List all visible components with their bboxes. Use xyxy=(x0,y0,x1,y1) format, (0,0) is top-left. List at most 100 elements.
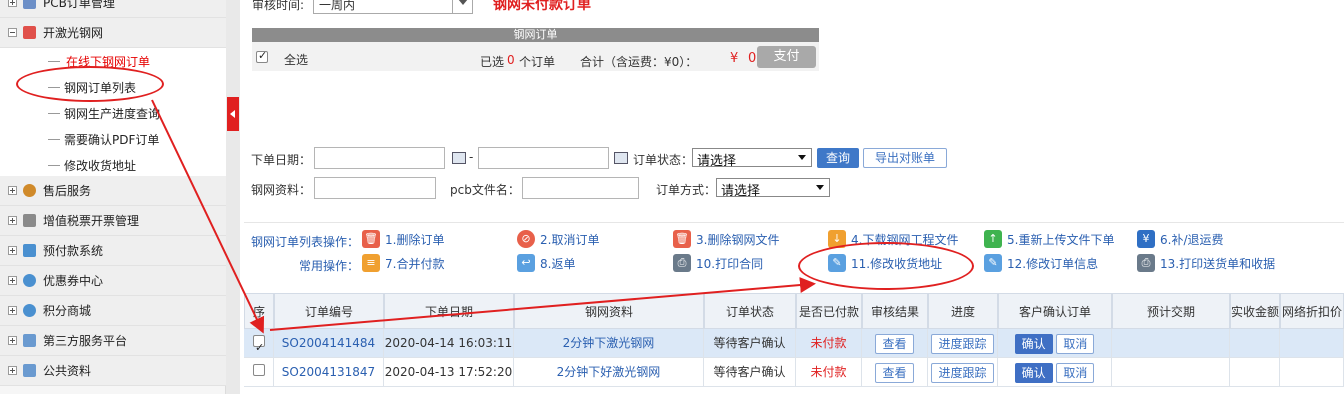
audit-time-select[interactable]: 一周内 xyxy=(313,0,473,14)
order-status-select[interactable]: 请选择 xyxy=(692,148,812,169)
received-amount-cell xyxy=(1230,329,1280,358)
action-label: 7.合并付款 xyxy=(385,256,445,271)
collapse-icon[interactable] xyxy=(8,28,17,37)
expand-icon[interactable] xyxy=(8,186,17,195)
edit-icon: ✎ xyxy=(984,254,1002,272)
sidebar-group-after-sales[interactable]: 售后服务 xyxy=(0,176,226,206)
action-label: 8.返单 xyxy=(540,256,576,271)
stencil-icon xyxy=(23,26,36,39)
sidebar-group-points-mall[interactable]: 积分商城 xyxy=(0,296,226,326)
sidebar-item-change-address[interactable]: 修改收货地址 xyxy=(0,152,226,178)
order-date-start-input[interactable] xyxy=(314,147,445,169)
sidebar-group-label: 第三方服务平台 xyxy=(43,334,128,348)
stencil-material-link[interactable]: 2分钟下激光钢网 xyxy=(514,329,704,358)
reupload-files-action[interactable]: ↑ 5.重新上传文件下单 xyxy=(984,230,1114,248)
total-value: 0 xyxy=(748,51,757,66)
expand-icon[interactable] xyxy=(8,276,17,285)
sidebar-group-label: 积分商城 xyxy=(43,304,92,318)
table-header-progress: 进度 xyxy=(928,293,998,329)
order-date-cell: 2020-04-14 16:03:11 xyxy=(384,329,514,358)
sidebar-splitter xyxy=(226,0,240,394)
order-date-label: 下单日期： xyxy=(251,153,312,167)
calendar-icon[interactable] xyxy=(452,152,466,164)
cancel-order-button[interactable]: 取消 xyxy=(1056,362,1095,383)
query-button[interactable]: 查询 xyxy=(817,148,859,168)
cancel-order-action[interactable]: ⊘ 2.取消订单 xyxy=(517,230,599,248)
confirm-order-button[interactable]: 确认 xyxy=(1014,362,1053,383)
expand-icon[interactable] xyxy=(8,366,17,375)
sidebar-item-production-progress[interactable]: 钢网生产进度查询 xyxy=(0,100,226,126)
total-currency: ¥ xyxy=(730,51,739,66)
sidebar-group-third-party[interactable]: 第三方服务平台 xyxy=(0,326,226,356)
sidebar-group-label: 预付款系统 xyxy=(43,244,104,258)
expand-icon[interactable] xyxy=(8,216,17,225)
table-row[interactable]: SO2004131847 2020-04-13 17:52:20 2分钟下好激光… xyxy=(244,358,1344,387)
expand-icon[interactable] xyxy=(8,336,17,345)
table-header-order-no: 订单编号 xyxy=(274,293,384,329)
stencil-payment-box: 钢网订单 全选 已选 0 个订单 合计（含运费：¥0）： ¥ 0 支付 xyxy=(252,28,819,71)
expand-icon[interactable] xyxy=(8,306,17,315)
row-checkbox[interactable] xyxy=(253,364,265,376)
sidebar-group-public-docs[interactable]: 公共资料 xyxy=(0,356,226,386)
print-contract-action[interactable]: ⎙ 10.打印合同 xyxy=(673,254,763,272)
table-header-order-date: 下单日期 xyxy=(384,293,514,329)
sidebar-group-vat-invoice[interactable]: 增值税票开票管理 xyxy=(0,206,226,236)
table-header-expected-delivery: 预计交期 xyxy=(1112,293,1230,329)
paid-status-cell: 未付款 xyxy=(796,358,862,387)
confirm-order-button[interactable]: 确认 xyxy=(1014,333,1053,354)
order-method-select[interactable]: 请选择 xyxy=(716,178,830,199)
edit-order-info-action[interactable]: ✎ 12.修改订单信息 xyxy=(984,254,1098,272)
pay-button[interactable]: 支付 xyxy=(757,46,816,68)
sidebar-group-laser-stencil[interactable]: 开激光钢网 xyxy=(0,18,226,48)
table-row[interactable]: SO2004141484 2020-04-14 16:03:11 2分钟下激光钢… xyxy=(244,329,1344,358)
chevron-down-icon[interactable] xyxy=(452,0,472,13)
points-icon xyxy=(23,304,36,317)
sidebar-group-label: 售后服务 xyxy=(43,184,92,198)
stencil-material-input[interactable] xyxy=(314,177,436,199)
action-label: 3.删除钢网文件 xyxy=(696,232,780,247)
order-number-link[interactable]: SO2004141484 xyxy=(274,329,384,358)
sidebar-item-label: 修改收货地址 xyxy=(64,158,137,173)
reorder-action[interactable]: ↩ 8.返单 xyxy=(517,254,575,272)
return-icon: ↩ xyxy=(517,254,535,272)
order-method-value: 请选择 xyxy=(721,184,761,199)
list-bullet-icon xyxy=(48,164,60,166)
sidebar-group-coupons[interactable]: 优惠券中心 xyxy=(0,266,226,296)
expand-icon[interactable] xyxy=(8,0,17,7)
order-date-end-input[interactable] xyxy=(478,147,609,169)
expand-icon[interactable] xyxy=(8,246,17,255)
action-label: 12.修改订单信息 xyxy=(1007,256,1099,271)
collapse-sidebar-button[interactable] xyxy=(227,97,239,131)
view-audit-button[interactable]: 查看 xyxy=(875,333,914,354)
select-all-checkbox[interactable] xyxy=(256,49,268,63)
table-header-index: 序 xyxy=(244,293,274,329)
delete-order-action[interactable]: 🗑 1.删除订单 xyxy=(362,230,444,248)
shipping-refund-action[interactable]: ¥ 6.补/退运费 xyxy=(1137,230,1224,248)
merge-payment-action[interactable]: ≡ 7.合并付款 xyxy=(362,254,444,272)
cancel-order-button[interactable]: 取消 xyxy=(1056,333,1095,354)
view-audit-button[interactable]: 查看 xyxy=(875,362,914,383)
sidebar-group-pcb-orders[interactable]: PCB订单管理 xyxy=(0,0,226,18)
row-checkbox[interactable] xyxy=(253,333,265,358)
export-statement-button[interactable]: 导出对账单 xyxy=(863,148,947,168)
sidebar-group-prepay[interactable]: 预付款系统 xyxy=(0,236,226,266)
ops-row2-label: 常用操作： xyxy=(298,259,359,273)
sidebar-item-confirm-pdf[interactable]: 需要确认PDF订单 xyxy=(0,126,226,152)
order-number-link[interactable]: SO2004131847 xyxy=(274,358,384,387)
order-status-cell: 等待客户确认 xyxy=(704,358,796,387)
platform-icon xyxy=(23,334,36,347)
action-label: 5.重新上传文件下单 xyxy=(1007,232,1115,247)
delete-stencil-file-action[interactable]: 🗑 3.删除钢网文件 xyxy=(673,230,779,248)
stencil-material-link[interactable]: 2分钟下好激光钢网 xyxy=(514,358,704,387)
action-label: 1.删除订单 xyxy=(385,232,445,247)
track-progress-button[interactable]: 进度跟踪 xyxy=(931,362,994,383)
trash-icon: 🗑 xyxy=(673,230,691,248)
calendar-icon[interactable] xyxy=(614,152,628,164)
selected-count: 0 xyxy=(507,53,515,67)
track-progress-button[interactable]: 进度跟踪 xyxy=(931,333,994,354)
audit-cell: 查看 xyxy=(862,329,928,358)
order-status-label: 订单状态： xyxy=(633,153,694,167)
pcb-filename-input[interactable] xyxy=(522,177,639,199)
search-form: 下单日期： - 订单状态： 请选择 查询 导出对账单 钢网资料： pcb文件名：… xyxy=(244,140,1344,212)
print-delivery-note-action[interactable]: ⎙ 13.打印送货单和收据 xyxy=(1137,254,1275,272)
